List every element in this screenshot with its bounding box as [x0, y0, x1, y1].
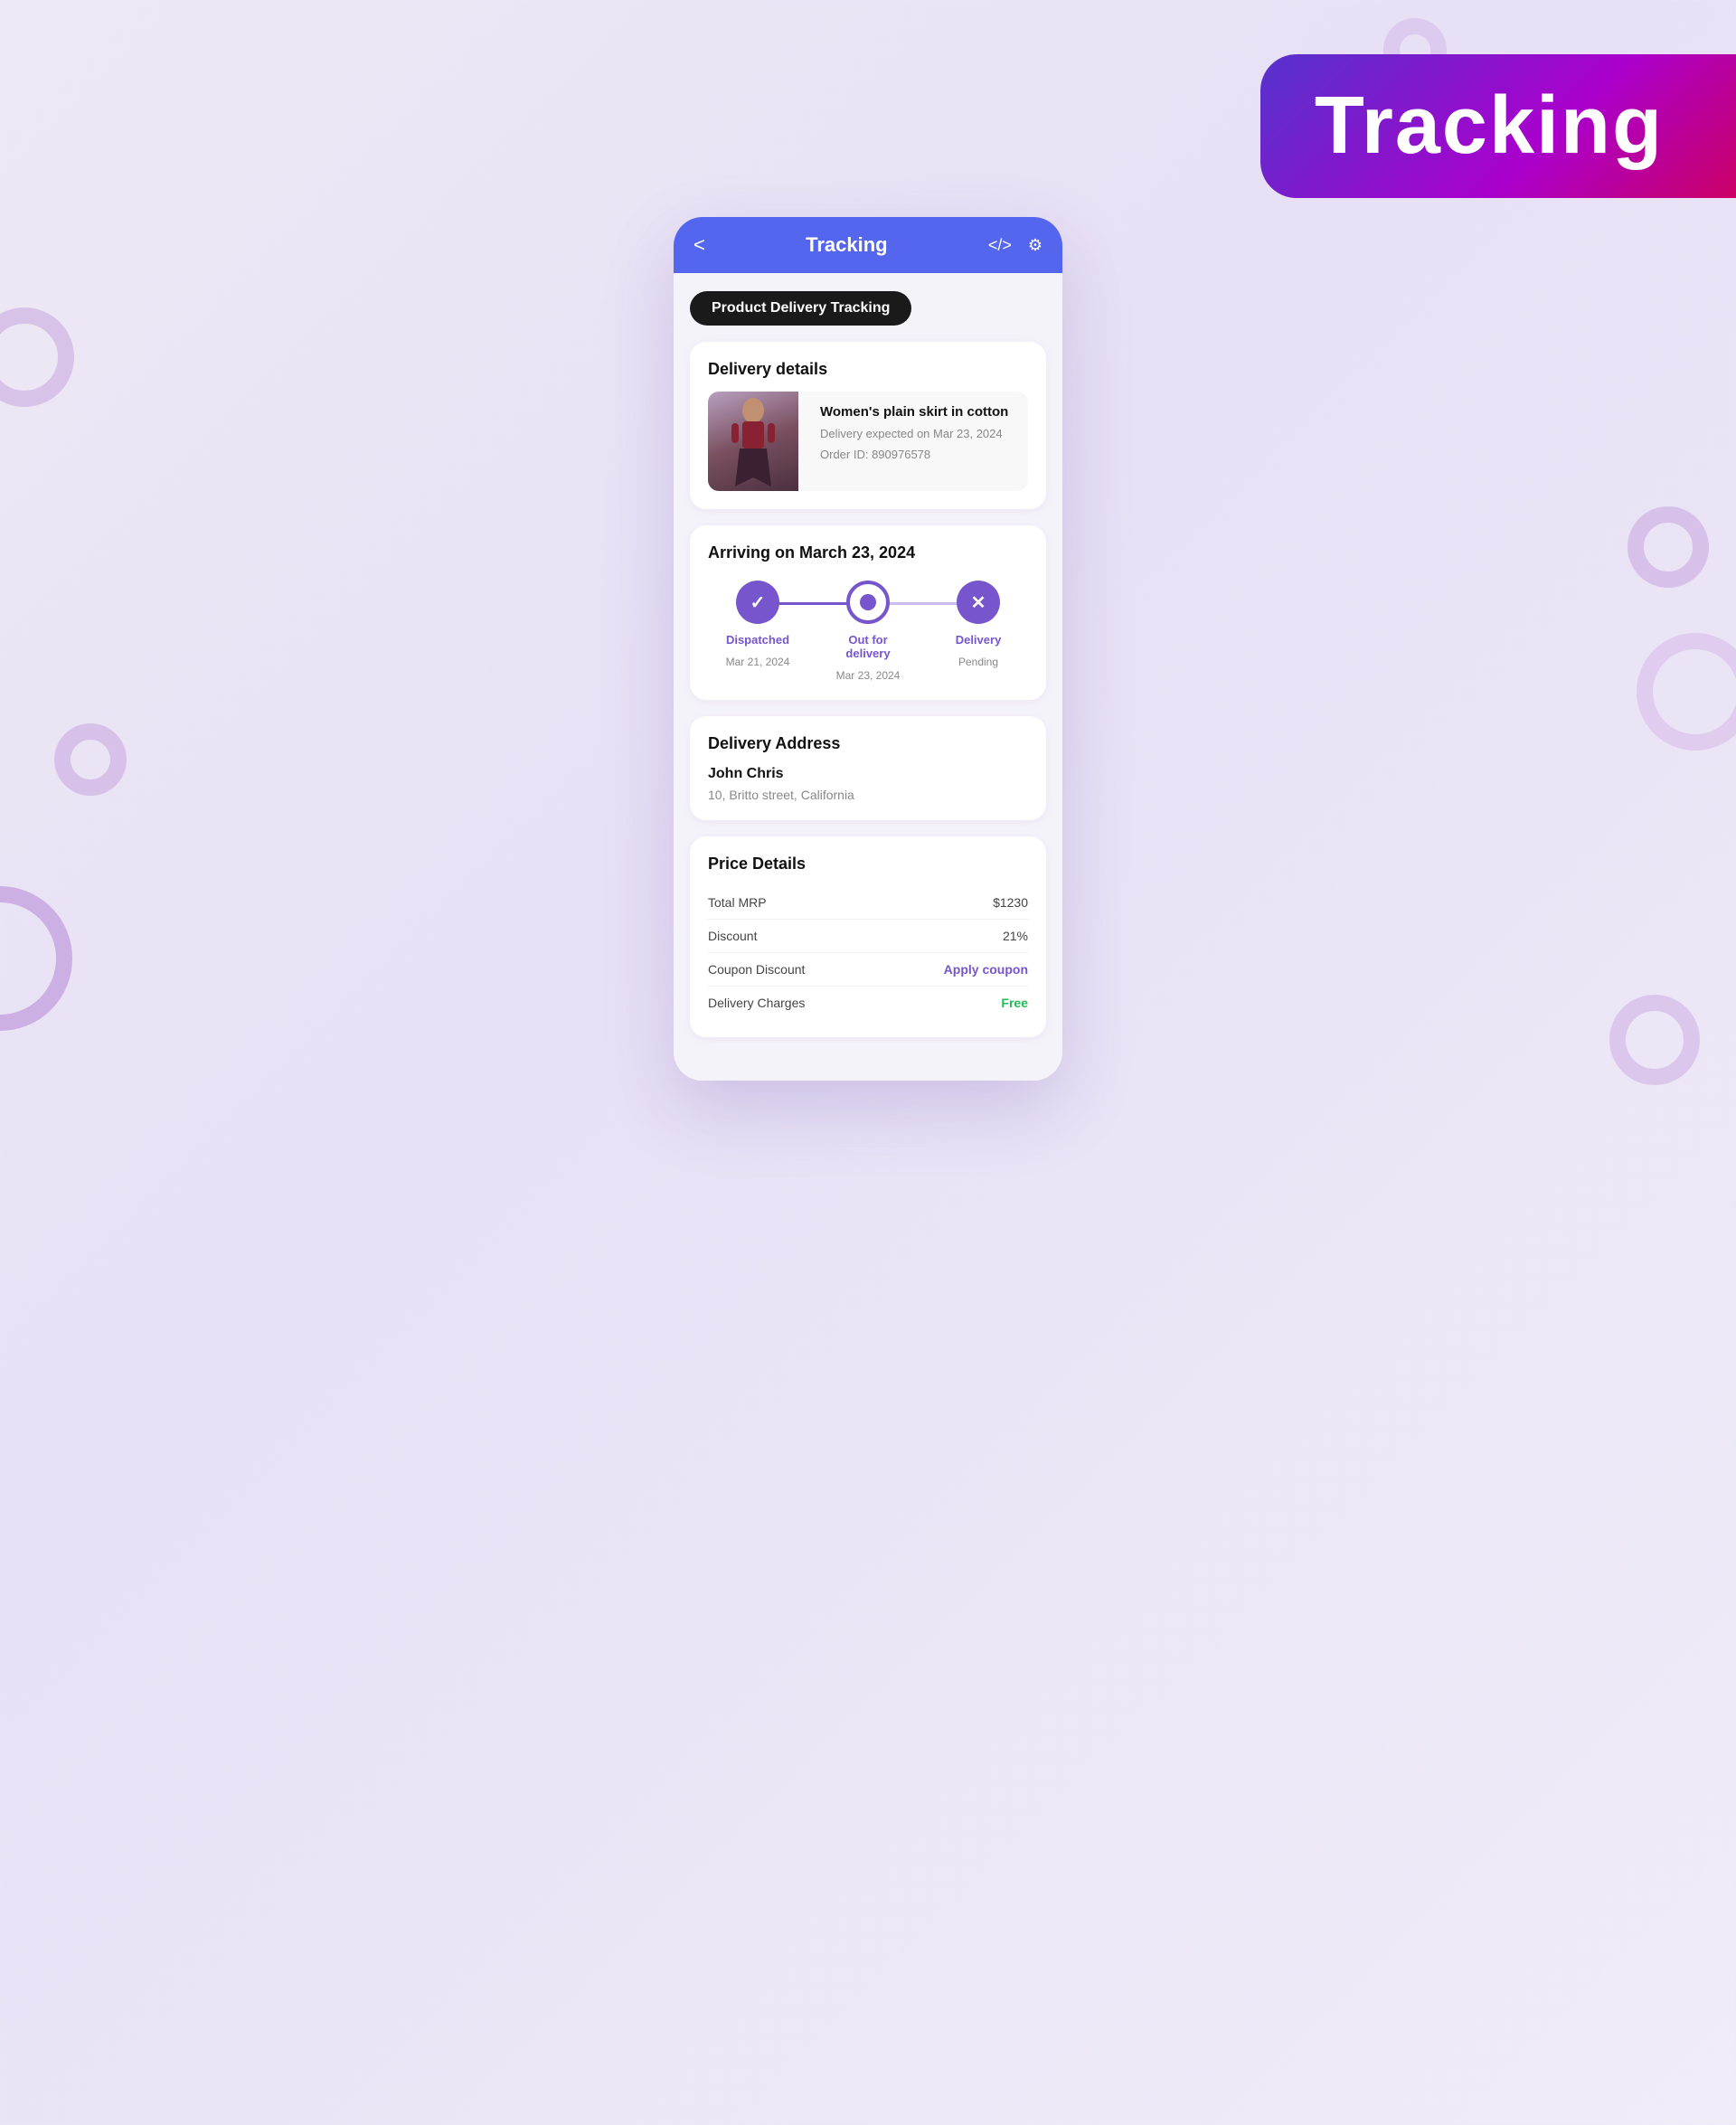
delivery-details-title: Delivery details [708, 360, 1028, 379]
phone-topbar: < Tracking </> ⚙ [674, 217, 1062, 273]
price-row-total-mrp: Total MRP $1230 [708, 886, 1028, 920]
price-details-card: Price Details Total MRP $1230 Discount 2… [690, 836, 1046, 1037]
price-label-coupon: Coupon Discount [708, 962, 805, 977]
step-circle-dispatched: ✓ [736, 581, 779, 624]
deco-circle-1 [0, 307, 74, 407]
step-circle-out-for-delivery [846, 581, 890, 624]
timeline: ✓ Dispatched Mar 21, 2024 Out for delive… [708, 581, 1028, 682]
delivery-address-title: Delivery Address [708, 734, 1028, 753]
topbar-icons: </> ⚙ [988, 236, 1043, 255]
deco-circle-7 [1609, 995, 1700, 1085]
deco-circle-5 [1637, 633, 1736, 751]
step-circle-delivery: ✕ [957, 581, 1000, 624]
tracking-timeline-card: Arriving on March 23, 2024 ✓ Dispatched … [690, 525, 1046, 700]
timeline-step-out-for-delivery: Out for delivery Mar 23, 2024 [827, 581, 909, 682]
price-label-mrp: Total MRP [708, 895, 767, 910]
price-row-discount: Discount 21% [708, 920, 1028, 953]
deco-circle-4 [1628, 506, 1709, 588]
address-name: John Chris [708, 766, 1028, 782]
timeline-step-delivery: ✕ Delivery Pending [938, 581, 1019, 668]
product-row: Women's plain skirt in cotton Delivery e… [708, 392, 1028, 491]
price-label-delivery-charges: Delivery Charges [708, 996, 805, 1010]
step-label-dispatched: Dispatched [726, 633, 789, 647]
product-image [708, 392, 798, 491]
product-delivery-pill: Product Delivery Tracking [690, 291, 911, 326]
phone-wrapper: < Tracking </> ⚙ Product Delivery Tracki… [674, 217, 1062, 1081]
price-details-title: Price Details [708, 855, 1028, 874]
code-icon[interactable]: </> [988, 236, 1012, 255]
tracking-banner: Tracking [1260, 54, 1736, 198]
price-value-delivery-charges: Free [1001, 996, 1028, 1010]
delivery-expected: Delivery expected on Mar 23, 2024 [820, 427, 1008, 440]
step-label-delivery: Delivery [956, 633, 1002, 647]
product-info: Women's plain skirt in cotton Delivery e… [811, 392, 1017, 491]
price-value-mrp: $1230 [993, 895, 1028, 910]
phone-content: Product Delivery Tracking Delivery detai… [674, 273, 1062, 1081]
price-value-coupon[interactable]: Apply coupon [944, 962, 1028, 977]
timeline-step-dispatched: ✓ Dispatched Mar 21, 2024 [717, 581, 798, 668]
step-label-out-for-delivery: Out for delivery [827, 633, 909, 660]
price-label-discount: Discount [708, 929, 757, 943]
product-name: Women's plain skirt in cotton [820, 404, 1008, 420]
price-value-discount: 21% [1003, 929, 1028, 943]
delivery-address-card: Delivery Address John Chris 10, Britto s… [690, 716, 1046, 820]
arriving-label: Arriving on March 23, 2024 [708, 543, 1028, 562]
price-row-delivery: Delivery Charges Free [708, 987, 1028, 1019]
step-date-dispatched: Mar 21, 2024 [726, 656, 790, 668]
delivery-details-card: Delivery details Women's plain skirt in … [690, 342, 1046, 509]
banner-title: Tracking [1315, 80, 1664, 171]
deco-circle-2 [54, 723, 127, 796]
order-id: Order ID: 890976578 [820, 448, 1008, 461]
topbar-title: Tracking [806, 233, 887, 257]
price-row-coupon: Coupon Discount Apply coupon [708, 953, 1028, 987]
step-date-out-for-delivery: Mar 23, 2024 [836, 669, 901, 682]
step-dot-active [860, 594, 876, 610]
step-date-delivery: Pending [958, 656, 998, 668]
back-button[interactable]: < [693, 233, 705, 257]
product-image-svg [717, 396, 789, 486]
deco-circle-3 [0, 886, 72, 1031]
settings-icon[interactable]: ⚙ [1028, 236, 1043, 255]
address-detail: 10, Britto street, California [708, 788, 1028, 802]
